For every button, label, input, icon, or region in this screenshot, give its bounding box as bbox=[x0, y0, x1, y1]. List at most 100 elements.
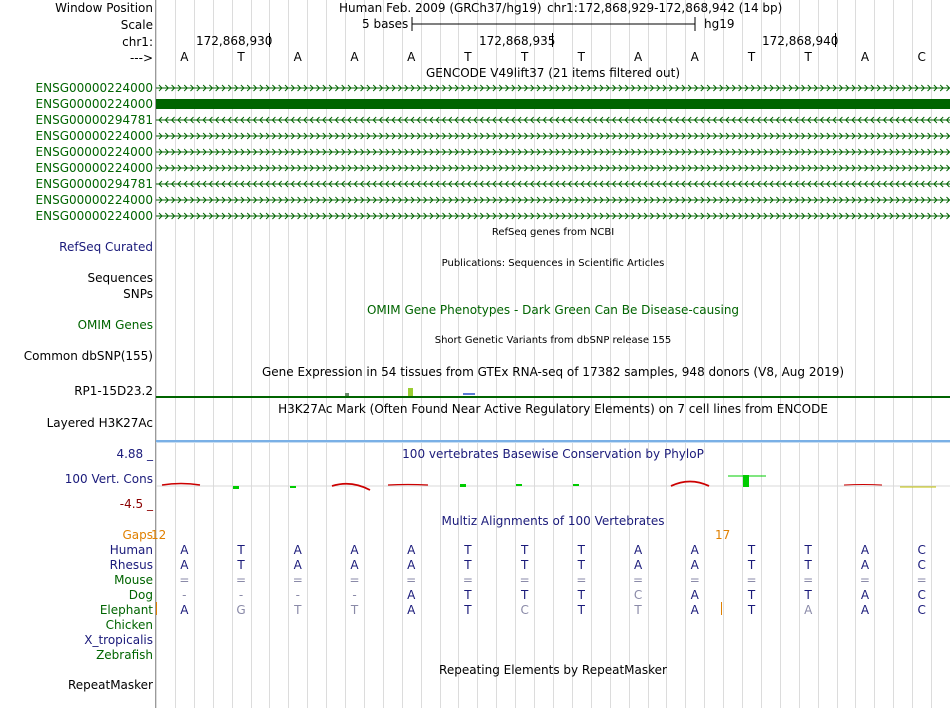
alignment-base: A bbox=[804, 603, 813, 617]
alignment-base: A bbox=[293, 558, 302, 572]
species-label[interactable]: Mouse bbox=[114, 573, 153, 587]
alignment-base: A bbox=[350, 558, 359, 572]
alignment-base: A bbox=[690, 543, 699, 557]
gencode-gene-label[interactable]: ENSG00000294781 bbox=[36, 113, 153, 127]
alignment-base: T bbox=[520, 543, 529, 557]
alignment-base: - bbox=[352, 588, 357, 602]
reference-base: T bbox=[464, 50, 472, 64]
gencode-gene-feature[interactable] bbox=[156, 194, 950, 207]
species-label[interactable]: X_tropicalis bbox=[84, 633, 153, 647]
reference-base: T bbox=[520, 50, 529, 64]
phylop-plot bbox=[156, 475, 950, 491]
alignment-base: = bbox=[633, 573, 644, 587]
reference-base: A bbox=[690, 50, 699, 64]
coord-mark-3 bbox=[835, 33, 836, 47]
gencode-gene-label[interactable]: ENSG00000224000 bbox=[36, 209, 153, 223]
gencode-gene-feature[interactable] bbox=[156, 130, 950, 143]
alignment-base: T bbox=[804, 543, 812, 557]
alignment-base: A bbox=[860, 603, 870, 617]
gtex-bar bbox=[345, 393, 349, 396]
window-position-label[interactable]: Window Position bbox=[55, 1, 153, 15]
omim-genes-label[interactable]: OMIM Genes bbox=[78, 318, 153, 332]
gencode-gene-feature[interactable] bbox=[156, 146, 950, 159]
gencode-gene-feature[interactable] bbox=[156, 114, 950, 127]
coord-tick-2: 172,868,935 bbox=[479, 34, 556, 48]
alignment-base: T bbox=[577, 588, 586, 602]
gencode-gene-label[interactable]: ENSG00000224000 bbox=[36, 129, 153, 143]
alignment-base: T bbox=[464, 603, 472, 617]
scale-bar bbox=[411, 17, 696, 31]
gencode-gene-label[interactable]: ENSG00000224000 bbox=[36, 81, 153, 95]
gencode-gene-label[interactable]: ENSG00000294781 bbox=[36, 177, 153, 191]
alignment-base: T bbox=[747, 603, 756, 617]
gencode-gene-label[interactable]: ENSG00000224000 bbox=[36, 145, 153, 159]
alignment-base: A bbox=[633, 558, 643, 572]
alignment-base: C bbox=[633, 588, 643, 602]
reference-base: T bbox=[577, 50, 586, 64]
alignment-base: T bbox=[464, 543, 472, 557]
alignment-base: C bbox=[917, 588, 926, 602]
snps-label[interactable]: SNPs bbox=[123, 287, 153, 301]
repeatmasker-label[interactable]: RepeatMasker bbox=[68, 678, 153, 692]
reference-base: A bbox=[293, 50, 302, 64]
gtex-gene-label[interactable]: RP1-15D23.2 bbox=[74, 384, 153, 398]
h3k27ac-label[interactable]: Layered H3K27Ac bbox=[47, 416, 153, 430]
reference-base: T bbox=[747, 50, 756, 64]
refseq-track-title: RefSeq genes from NCBI bbox=[491, 227, 615, 238]
species-label[interactable]: Human bbox=[110, 543, 153, 557]
assembly-title: Human Feb. 2009 (GRCh37/hg19) bbox=[339, 1, 542, 15]
alignment-base: = bbox=[349, 573, 360, 587]
alignment-base: A bbox=[860, 558, 870, 572]
scale-label[interactable]: Scale bbox=[121, 18, 153, 32]
gaps-count-right: 17 bbox=[715, 528, 731, 542]
species-label[interactable]: Chicken bbox=[106, 618, 153, 632]
alignment-base: T bbox=[747, 558, 756, 572]
refseq-curated-label[interactable]: RefSeq Curated bbox=[59, 240, 153, 254]
reference-base: T bbox=[237, 50, 245, 64]
gencode-gene-label[interactable]: ENSG00000224000 bbox=[36, 193, 153, 207]
vert-cons-label[interactable]: 100 Vert. Cons bbox=[65, 472, 153, 486]
gap-marker bbox=[721, 602, 722, 615]
alignment-base: A bbox=[180, 603, 189, 617]
multiz-track-title: Multiz Alignments of 100 Vertebrates bbox=[441, 514, 665, 528]
alignment-base: T bbox=[237, 543, 245, 557]
reference-base: A bbox=[350, 50, 359, 64]
alignment-base: = bbox=[746, 573, 757, 587]
alignment-base: T bbox=[464, 588, 472, 602]
sequences-label[interactable]: Sequences bbox=[88, 271, 153, 285]
alignment-base: T bbox=[747, 588, 756, 602]
gencode-gene-label[interactable]: ENSG00000224000 bbox=[36, 97, 153, 111]
alignment-base: = bbox=[859, 573, 870, 587]
alignment-base: T bbox=[577, 603, 586, 617]
gencode-gene-label[interactable]: ENSG00000224000 bbox=[36, 161, 153, 175]
alignment-base: A bbox=[633, 543, 643, 557]
dbsnp-label[interactable]: Common dbSNP(155) bbox=[24, 349, 153, 363]
alignment-base: = bbox=[576, 573, 587, 587]
alignment-base: T bbox=[804, 588, 812, 602]
gencode-gene-feature[interactable] bbox=[156, 210, 950, 223]
chr-label[interactable]: chr1: bbox=[122, 35, 153, 49]
gaps-count-left: 12 bbox=[151, 528, 167, 542]
strand-arrow-label[interactable]: ---> bbox=[130, 51, 153, 65]
coord-mark-2 bbox=[552, 33, 553, 47]
alignment-base: A bbox=[407, 543, 416, 557]
species-label[interactable]: Dog bbox=[129, 588, 153, 602]
alignment-base: A bbox=[350, 543, 359, 557]
alignment-base: A bbox=[407, 603, 416, 617]
species-label[interactable]: Elephant bbox=[100, 603, 153, 617]
gencode-gene-feature[interactable] bbox=[156, 162, 950, 175]
gtex-bar bbox=[463, 393, 475, 395]
coord-tick-1: 172,868,930 bbox=[196, 34, 273, 48]
gaps-label[interactable]: Gaps bbox=[122, 528, 153, 542]
gtex-bar bbox=[408, 388, 413, 396]
publications-track-title: Publications: Sequences in Scientific Ar… bbox=[441, 258, 665, 269]
alignment-base: A bbox=[690, 558, 699, 572]
reference-base: A bbox=[633, 50, 643, 64]
species-label[interactable]: Rhesus bbox=[110, 558, 153, 572]
species-label[interactable]: Zebrafish bbox=[96, 648, 153, 662]
window-position: chr1:172,868,929-172,868,942 (14 bp) bbox=[547, 1, 783, 15]
gencode-gene-feature[interactable] bbox=[156, 82, 950, 95]
gencode-gene-feature[interactable] bbox=[156, 98, 950, 111]
gencode-gene-feature[interactable] bbox=[156, 178, 950, 191]
alignment-base: = bbox=[406, 573, 417, 587]
